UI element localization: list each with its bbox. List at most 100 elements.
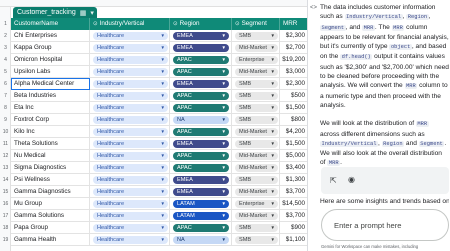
customer-name-cell[interactable]: Gamma Health	[11, 234, 90, 246]
row-number[interactable]: 16	[0, 198, 11, 210]
segment-chip[interactable]: SMB ▼	[235, 140, 278, 148]
customer-name-cell[interactable]: Mu Group	[11, 198, 90, 210]
region-chip[interactable]: EMEA ▼	[173, 140, 229, 148]
mrr-cell[interactable]: $3,700	[280, 210, 307, 222]
segment-cell[interactable]: SMB ▼	[232, 174, 280, 186]
row-number[interactable]: 2	[0, 30, 11, 42]
row-number[interactable]: 13	[0, 162, 11, 174]
industry-chip[interactable]: Healthcare ▼	[93, 32, 168, 40]
row-number[interactable]: 15	[0, 186, 11, 198]
region-cell[interactable]: APAC ▼	[170, 66, 232, 78]
mrr-cell[interactable]: $800	[280, 114, 307, 126]
header-mrr[interactable]: MRR	[280, 18, 307, 30]
mrr-cell[interactable]: $1,500	[280, 102, 307, 114]
region-cell[interactable]: APAC ▼	[170, 54, 232, 66]
customer-name-cell[interactable]: Sigma Diagnostics	[11, 162, 90, 174]
region-cell[interactable]: APAC ▼	[170, 150, 232, 162]
segment-cell[interactable]: SMB ▼	[232, 114, 280, 126]
mrr-cell[interactable]: $1,500	[280, 138, 307, 150]
industry-cell[interactable]: Healthcare ▼	[90, 114, 170, 126]
customer-name-cell[interactable]: Alpha Medical Center	[11, 78, 90, 90]
row-number[interactable]: 4	[0, 54, 11, 66]
region-cell[interactable]: APAC ▼	[170, 90, 232, 102]
region-cell[interactable]: EMEA ▼	[170, 138, 232, 150]
row-number[interactable]: 14	[0, 174, 11, 186]
industry-chip[interactable]: Healthcare ▼	[93, 188, 168, 196]
industry-cell[interactable]: Healthcare ▼	[90, 66, 170, 78]
industry-cell[interactable]: Healthcare ▼	[90, 186, 170, 198]
segment-chip[interactable]: Mid-Market ▼	[235, 188, 278, 196]
segment-chip[interactable]: Enterprise ▼	[235, 200, 278, 208]
region-chip[interactable]: APAC ▼	[173, 224, 229, 232]
segment-chip[interactable]: Mid-Market ▼	[235, 164, 278, 172]
industry-cell[interactable]: Healthcare ▼	[90, 174, 170, 186]
region-chip[interactable]: APAC ▼	[173, 92, 229, 100]
row-number[interactable]: 5	[0, 66, 11, 78]
industry-chip[interactable]: Healthcare ▼	[93, 80, 168, 88]
region-chip[interactable]: EMEA ▼	[173, 44, 229, 52]
industry-chip[interactable]: Healthcare ▼	[93, 152, 168, 160]
segment-cell[interactable]: Mid-Market ▼	[232, 66, 280, 78]
mrr-cell[interactable]: $2,700	[280, 42, 307, 54]
row-number[interactable]: 3	[0, 42, 11, 54]
region-chip[interactable]: APAC ▼	[173, 164, 229, 172]
row-number[interactable]: 6	[0, 78, 11, 90]
customer-name-cell[interactable]: Eta Inc	[11, 102, 90, 114]
region-chip[interactable]: NA ▼	[173, 116, 229, 124]
segment-chip[interactable]: SMB ▼	[235, 116, 278, 124]
segment-cell[interactable]: SMB ▼	[232, 78, 280, 90]
header-segment[interactable]: ⊙ Segment	[232, 18, 280, 30]
segment-cell[interactable]: SMB ▼	[232, 90, 280, 102]
segment-chip[interactable]: SMB ▼	[235, 236, 278, 244]
segment-cell[interactable]: Mid-Market ▼	[232, 150, 280, 162]
industry-chip[interactable]: Healthcare ▼	[93, 116, 168, 124]
region-cell[interactable]: APAC ▼	[170, 102, 232, 114]
industry-cell[interactable]: Healthcare ▼	[90, 162, 170, 174]
region-cell[interactable]: LATAM ▼	[170, 210, 232, 222]
mrr-cell[interactable]: $500	[280, 90, 307, 102]
mrr-cell[interactable]: $1,300	[280, 174, 307, 186]
region-chip[interactable]: EMEA ▼	[173, 188, 229, 196]
segment-chip[interactable]: Mid-Market ▼	[235, 152, 278, 160]
region-chip[interactable]: EMEA ▼	[173, 32, 229, 40]
segment-chip[interactable]: SMB ▼	[235, 32, 278, 40]
region-chip[interactable]: LATAM ▼	[173, 212, 229, 220]
segment-chip[interactable]: Enterprise ▼	[235, 56, 278, 64]
segment-cell[interactable]: SMB ▼	[232, 102, 280, 114]
industry-chip[interactable]: Healthcare ▼	[93, 224, 168, 232]
view-icon[interactable]: ◉	[348, 175, 355, 184]
segment-chip[interactable]: Mid-Market ▼	[235, 128, 278, 136]
segment-cell[interactable]: SMB ▼	[232, 30, 280, 42]
segment-cell[interactable]: Mid-Market ▼	[232, 126, 280, 138]
segment-cell[interactable]: Enterprise ▼	[232, 54, 280, 66]
region-chip[interactable]: EMEA ▼	[173, 80, 229, 88]
region-cell[interactable]: NA ▼	[170, 114, 232, 126]
region-chip[interactable]: EMEA ▼	[173, 176, 229, 184]
expand-icon[interactable]: ⇱	[330, 176, 337, 185]
segment-chip[interactable]: SMB ▼	[235, 92, 278, 100]
region-cell[interactable]: NA ▼	[170, 234, 232, 246]
segment-cell[interactable]: Mid-Market ▼	[232, 210, 280, 222]
industry-chip[interactable]: Healthcare ▼	[93, 56, 168, 64]
industry-cell[interactable]: Healthcare ▼	[90, 234, 170, 246]
industry-cell[interactable]: Healthcare ▼	[90, 30, 170, 42]
row-number[interactable]: 17	[0, 210, 11, 222]
customer-name-cell[interactable]: Gamma Diagnostics	[11, 186, 90, 198]
segment-chip[interactable]: SMB ▼	[235, 224, 278, 232]
industry-chip[interactable]: Healthcare ▼	[93, 236, 168, 244]
customer-name-cell[interactable]: Kilo Inc	[11, 126, 90, 138]
header-industry[interactable]: ⊙ Industry/Vertical	[90, 18, 170, 30]
row-number[interactable]: 7	[0, 90, 11, 102]
row-number[interactable]: 10	[0, 126, 11, 138]
customer-name-cell[interactable]: Chi Enterprises	[11, 30, 90, 42]
industry-chip[interactable]: Healthcare ▼	[93, 128, 168, 136]
region-chip[interactable]: APAC ▼	[173, 56, 229, 64]
industry-chip[interactable]: Healthcare ▼	[93, 164, 168, 172]
region-cell[interactable]: EMEA ▼	[170, 78, 232, 90]
mrr-cell[interactable]: $2,300	[280, 30, 307, 42]
segment-cell[interactable]: Mid-Market ▼	[232, 162, 280, 174]
chart-preview-card[interactable]: ⇱ ◉	[321, 167, 449, 194]
customer-name-cell[interactable]: Theta Solutions	[11, 138, 90, 150]
region-cell[interactable]: APAC ▼	[170, 126, 232, 138]
industry-cell[interactable]: Healthcare ▼	[90, 222, 170, 234]
